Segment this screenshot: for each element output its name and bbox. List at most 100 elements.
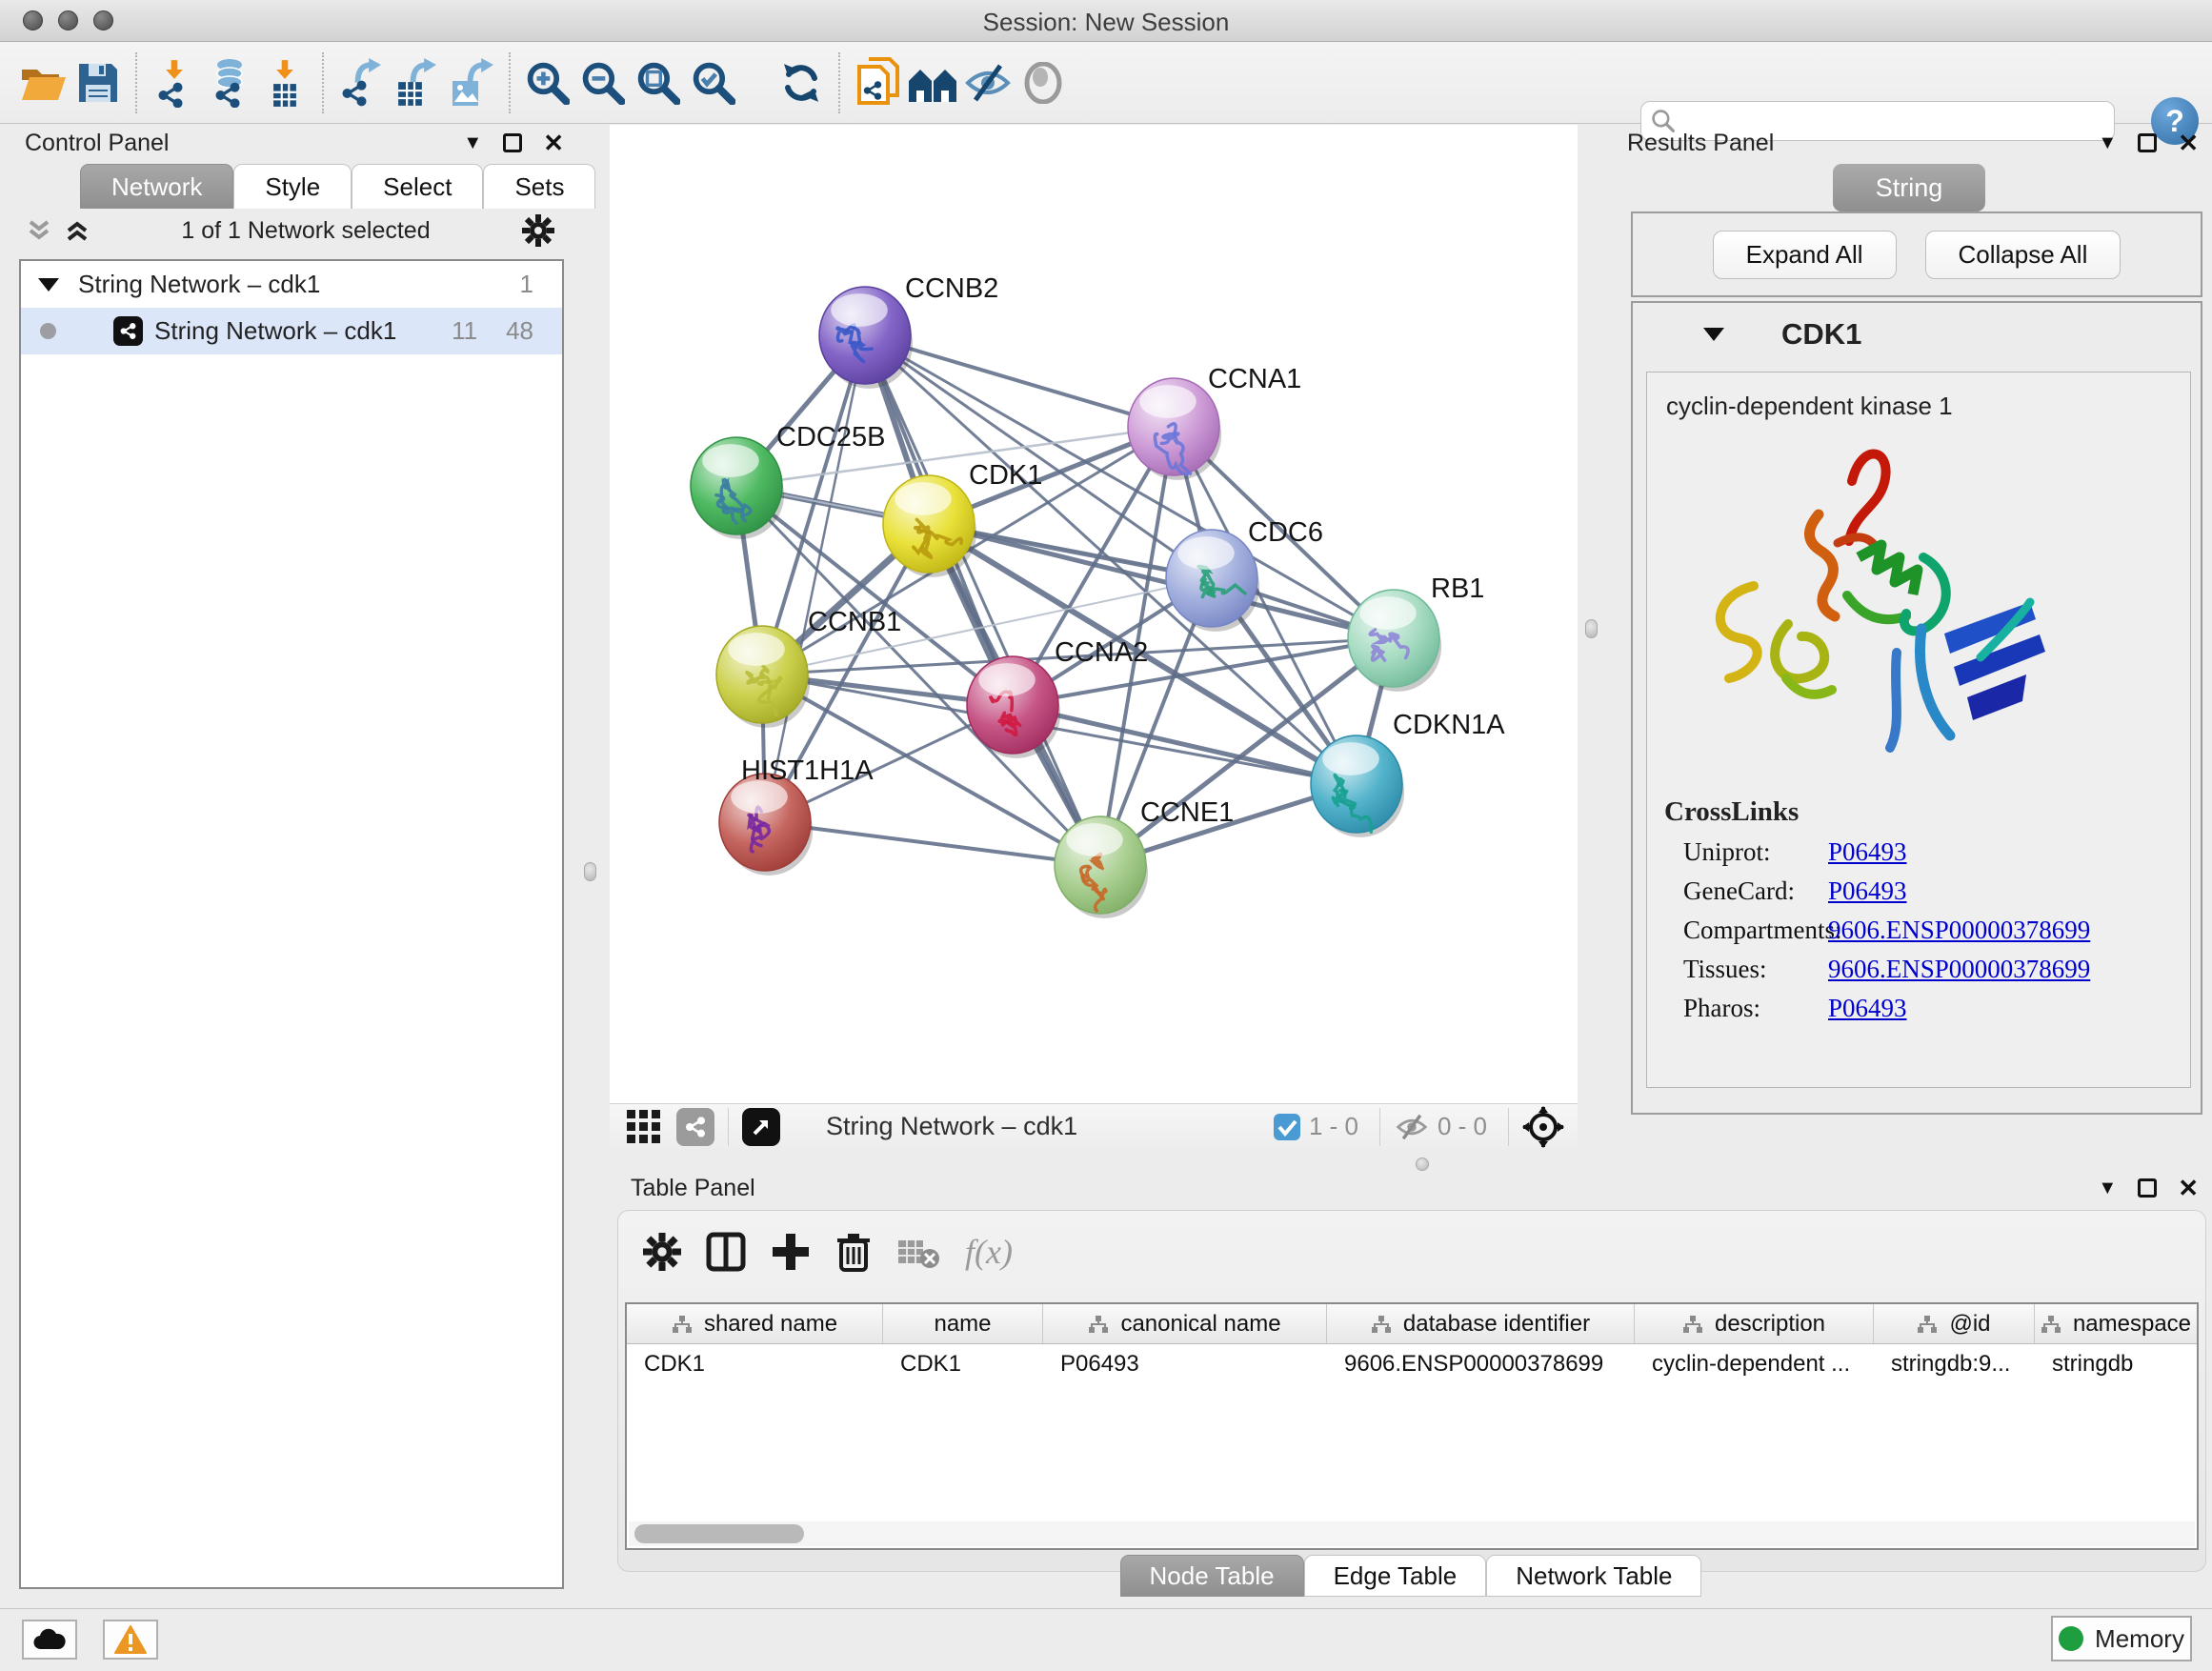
export-image-icon [449,58,494,108]
network-node-rb1[interactable]: RB1 [1348,574,1484,692]
selected-checkbox-icon[interactable] [1273,1113,1301,1141]
tab-select[interactable]: Select [352,164,483,209]
cell-name[interactable]: CDK1 [883,1344,1043,1384]
network-node-cdc25b[interactable]: CDC25B [691,422,885,539]
network-node-ccnb2[interactable]: CCNB2 [819,273,998,389]
network-view-toolbar: String Network – cdk1 1 - 0 0 - 0 [610,1103,1578,1149]
grid-view-icon[interactable] [625,1108,663,1146]
crosslink-uniprot-link[interactable]: P06493 [1828,837,1907,867]
results-panel-close-icon[interactable]: ✕ [2178,129,2199,158]
column-header-id[interactable]: @id [1874,1304,2035,1343]
refresh-icon [779,61,823,105]
network-graph[interactable]: CCNB2CCNA1CDC25BCDK1CDC6RB1CCNB1CCNA2CDK… [610,125,1578,1103]
scrollbar-thumb[interactable] [634,1524,804,1543]
results-panel-collapse-icon[interactable]: ▼ [2098,132,2117,154]
crosslink-row: Pharos: P06493 [1683,994,2190,1023]
tab-node-table[interactable]: Node Table [1120,1555,1304,1597]
collapse-all-button[interactable]: Collapse All [1925,231,2122,279]
zoom-fit-button[interactable] [631,53,686,112]
delete-column-trash-icon[interactable] [835,1232,872,1272]
open-folder-icon [18,62,68,104]
tab-network[interactable]: Network [80,164,233,209]
window-title: Session: New Session [0,8,2212,37]
crosslink-genecard-link[interactable]: P06493 [1828,876,1907,906]
create-column-plus-icon[interactable] [771,1232,811,1272]
show-columns-icon[interactable] [706,1232,746,1272]
table-panel-collapse-icon[interactable]: ▼ [2098,1178,2117,1199]
network-options-gear-icon[interactable] [522,214,554,247]
cell-description[interactable]: cyclin-dependent ... [1635,1344,1874,1384]
control-panel-float-icon[interactable] [503,133,522,152]
first-neighbors-button[interactable] [905,53,960,112]
warnings-button[interactable] [103,1620,158,1660]
import-network-button[interactable] [147,53,202,112]
tab-string[interactable]: String [1833,164,1985,211]
network-node-ccne1[interactable]: CCNE1 [1055,797,1234,918]
crosslink-tissues-link[interactable]: 9606.ENSP00000378699 [1828,955,2090,984]
network-node-cdkn1a[interactable]: CDKN1A [1311,710,1505,837]
right-splitter-handle[interactable] [1585,619,1598,638]
network-row-selected[interactable]: String Network – cdk1 11 48 [21,308,562,354]
tab-style[interactable]: Style [233,164,352,209]
crosslink-label: Pharos: [1683,994,1828,1023]
table-panel-close-icon[interactable]: ✕ [2178,1174,2199,1203]
network-collection-row[interactable]: String Network – cdk1 1 [21,261,562,308]
expand-all-button[interactable]: Expand All [1713,231,1897,279]
show-all-button[interactable] [1016,53,1071,112]
tab-edge-table[interactable]: Edge Table [1304,1555,1487,1597]
status-bar: Memory [0,1608,2212,1671]
hide-selected-button[interactable] [960,53,1016,112]
export-image-button[interactable] [444,53,499,112]
control-panel-collapse-icon[interactable]: ▼ [463,132,482,154]
cell-canonical-name[interactable]: P06493 [1043,1344,1327,1384]
control-panel-close-icon[interactable]: ✕ [543,129,564,158]
crosslink-pharos-link[interactable]: P06493 [1828,994,1907,1023]
cell-shared-name[interactable]: CDK1 [627,1344,883,1384]
results-panel-float-icon[interactable] [2138,133,2157,152]
network-node-ccna1[interactable]: CCNA1 [1128,364,1301,480]
memory-button[interactable]: Memory [2051,1616,2192,1661]
horizontal-scrollbar[interactable] [629,1521,2195,1546]
zoom-selected-button[interactable] [686,53,741,112]
zoom-out-button[interactable] [575,53,631,112]
cell-database-identifier[interactable]: 9606.ENSP00000378699 [1327,1344,1635,1384]
expand-all-networks-icon[interactable] [65,218,90,243]
table-panel-float-icon[interactable] [2138,1178,2157,1198]
toolbar-separator [135,52,137,113]
cell-id[interactable]: stringdb:9... [1874,1344,2035,1384]
fit-selected-crosshair-icon[interactable] [1522,1106,1564,1148]
crosslink-compartments-link[interactable]: 9606.ENSP00000378699 [1828,916,2090,945]
save-session-button[interactable] [70,53,126,112]
network-node-hist1h1a[interactable]: HIST1H1A [719,755,874,876]
gene-section-collapse-icon[interactable] [1703,328,1724,341]
column-header-name[interactable]: name [883,1304,1043,1343]
zoom-in-button[interactable] [520,53,575,112]
collapse-all-networks-icon[interactable] [27,218,51,243]
zoom-selected-icon [692,61,735,105]
tab-sets[interactable]: Sets [483,164,595,209]
network-view-canvas[interactable]: CCNB2CCNA1CDC25BCDK1CDC6RB1CCNB1CCNA2CDK… [610,125,1578,1103]
column-type-icon [1371,1314,1392,1335]
table-options-gear-icon[interactable] [643,1233,681,1271]
collection-expand-icon[interactable] [38,278,59,292]
cell-namespace[interactable]: stringdb [2035,1344,2197,1384]
left-splitter-handle[interactable] [584,862,596,881]
column-header-shared-name[interactable]: shared name [627,1304,883,1343]
table-row[interactable]: CDK1 CDK1 P06493 9606.ENSP00000378699 cy… [627,1344,2197,1384]
open-session-button[interactable] [15,53,70,112]
new-network-from-selection-button[interactable] [850,53,905,112]
network-view-share-icon[interactable] [676,1108,714,1146]
export-table-button[interactable] [389,53,444,112]
apply-layout-button[interactable] [774,53,829,112]
export-network-button[interactable] [333,53,389,112]
column-header-database-identifier[interactable]: database identifier [1327,1304,1635,1343]
column-header-description[interactable]: description [1635,1304,1874,1343]
column-header-canonical-name[interactable]: canonical name [1043,1304,1327,1343]
birds-eye-view-icon[interactable] [742,1108,780,1146]
import-network-from-database-button[interactable] [202,53,257,112]
column-header-namespace[interactable]: namespace [2035,1304,2197,1343]
import-table-button[interactable] [257,53,312,112]
bottom-splitter-handle[interactable] [1416,1158,1429,1171]
cloud-status-button[interactable] [22,1620,77,1660]
tab-network-table[interactable]: Network Table [1486,1555,1701,1597]
